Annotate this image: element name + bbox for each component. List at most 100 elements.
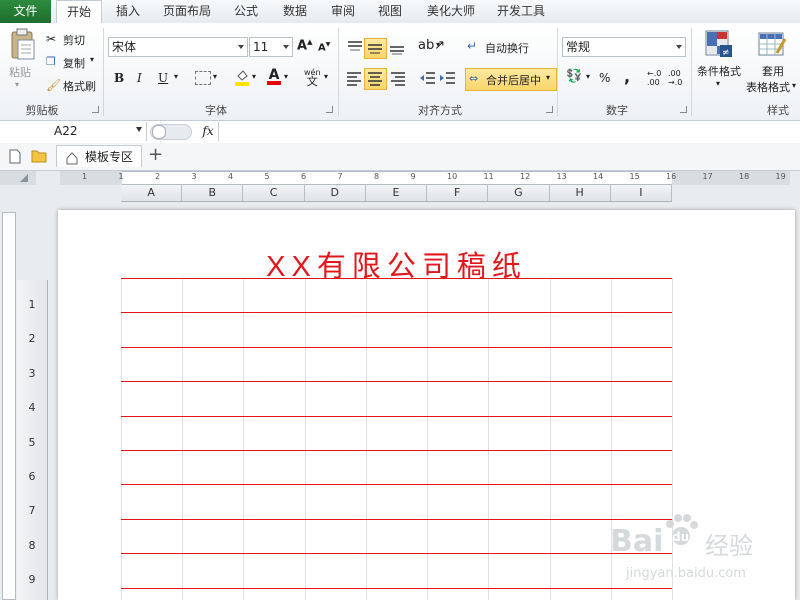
orientation-icon[interactable]: ab↗ xyxy=(418,38,445,53)
tab-beautify-master[interactable]: 美化大师 xyxy=(420,0,482,23)
wrap-text-button[interactable]: 自动换行 xyxy=(485,40,529,56)
align-middle-icon[interactable] xyxy=(364,38,387,59)
fill-color-icon[interactable] xyxy=(235,68,249,86)
column-header-g[interactable]: G xyxy=(488,185,550,201)
chevron-down-icon[interactable]: ▾ xyxy=(586,72,590,81)
format-as-table-icon[interactable] xyxy=(757,29,787,59)
row-header-5[interactable]: 5 xyxy=(17,436,47,449)
format-as-table-button[interactable]: 表格格式 xyxy=(746,79,790,95)
row-header-8[interactable]: 8 xyxy=(17,539,47,552)
svg-text:≠: ≠ xyxy=(722,48,730,58)
font-size-select[interactable]: 11 xyxy=(249,37,293,57)
decrease-indent-icon[interactable] xyxy=(418,69,436,87)
comma-button[interactable]: , xyxy=(624,67,630,86)
row-header-2[interactable]: 2 xyxy=(17,332,47,345)
column-header-e[interactable]: E xyxy=(366,185,428,201)
paste-icon[interactable] xyxy=(6,28,38,62)
chevron-down-icon[interactable]: ▾ xyxy=(252,72,256,81)
row-header-7[interactable]: 7 xyxy=(17,504,47,517)
increase-indent-icon[interactable] xyxy=(438,69,456,87)
align-bottom-icon[interactable] xyxy=(387,38,407,56)
insert-function-button[interactable]: fx xyxy=(198,122,219,141)
font-name-select[interactable]: 宋体 xyxy=(108,37,248,57)
paste-label[interactable]: 粘贴 xyxy=(9,64,31,80)
column-header-i[interactable]: I xyxy=(611,185,672,201)
copy-icon[interactable]: ❐ xyxy=(46,55,56,68)
row-header-6[interactable]: 6 xyxy=(17,470,47,483)
tab-file[interactable]: 文件 xyxy=(0,0,51,23)
chevron-down-icon[interactable]: ▾ xyxy=(284,72,288,81)
format-painter-button[interactable]: 格式刷 xyxy=(63,78,96,94)
font-color-button[interactable]: A xyxy=(267,67,281,87)
chevron-down-icon[interactable]: ▾ xyxy=(213,72,217,81)
column-header-a[interactable]: A xyxy=(121,185,183,201)
new-document-icon[interactable] xyxy=(9,149,21,164)
underline-button[interactable]: U xyxy=(158,71,168,85)
tab-review[interactable]: 审阅 xyxy=(323,0,363,23)
chevron-down-icon[interactable]: ▾ xyxy=(792,81,796,90)
format-as-table-label-1[interactable]: 套用 xyxy=(762,63,784,79)
increase-decimal-button[interactable]: ←.0 .00 xyxy=(647,69,661,87)
row-header-3[interactable]: 3 xyxy=(17,367,47,380)
conditional-formatting-button[interactable]: 条件格式 xyxy=(697,63,741,79)
open-folder-icon[interactable] xyxy=(31,149,47,163)
splitter-handle[interactable] xyxy=(152,125,166,139)
chevron-down-icon[interactable]: ▾ xyxy=(15,80,19,89)
wrap-text-icon[interactable]: ↵ xyxy=(467,39,477,53)
clipboard-dialog-launcher[interactable] xyxy=(92,106,99,113)
bold-button[interactable]: B xyxy=(114,71,124,85)
shrink-font-button[interactable]: A▼ xyxy=(318,41,330,53)
conditional-formatting-icon[interactable]: ≠ xyxy=(704,29,734,59)
formula-input[interactable] xyxy=(220,122,798,141)
currency-icon[interactable]: 💱 xyxy=(566,69,582,84)
tab-home[interactable]: 开始 xyxy=(56,0,102,23)
chevron-down-icon[interactable]: ▾ xyxy=(716,79,720,88)
chevron-down-icon[interactable]: ▾ xyxy=(324,72,328,81)
ruler-number: 11 xyxy=(483,172,494,181)
ruled-line xyxy=(121,312,672,314)
number-dialog-launcher[interactable] xyxy=(680,106,687,113)
name-box[interactable]: A22 xyxy=(0,122,147,141)
tab-page-layout[interactable]: 页面布局 xyxy=(156,0,218,23)
tab-data[interactable]: 数据 xyxy=(275,0,315,23)
column-header-d[interactable]: D xyxy=(305,185,366,201)
alignment-dialog-launcher[interactable] xyxy=(546,106,553,113)
chevron-down-icon[interactable]: ▾ xyxy=(90,55,94,64)
phonetic-guide-button[interactable]: wén 文 xyxy=(304,68,321,87)
grow-font-button[interactable]: A▲ xyxy=(297,38,312,53)
number-format-select[interactable]: 常规 xyxy=(562,37,686,57)
chevron-down-icon[interactable]: ▾ xyxy=(436,40,440,49)
copy-button[interactable]: 复制 xyxy=(63,55,85,71)
tab-formulas[interactable]: 公式 xyxy=(226,0,266,23)
select-all-icon[interactable] xyxy=(20,174,28,182)
column-header-c[interactable]: C xyxy=(243,185,305,201)
row-header-4[interactable]: 4 xyxy=(17,401,47,414)
border-icon[interactable] xyxy=(195,71,211,85)
italic-button[interactable]: I xyxy=(137,71,142,85)
tab-insert[interactable]: 插入 xyxy=(108,0,148,23)
ruled-line xyxy=(121,381,672,383)
font-dialog-launcher[interactable] xyxy=(326,106,333,113)
align-center-icon[interactable] xyxy=(364,68,387,90)
sheet-title[interactable]: XX有限公司稿纸 xyxy=(121,243,672,285)
add-tab-button[interactable]: + xyxy=(148,144,163,165)
format-painter-icon[interactable]: 🖌 xyxy=(46,78,61,92)
tab-template-zone[interactable]: 模板专区 xyxy=(56,145,142,167)
column-header-h[interactable]: H xyxy=(550,185,611,201)
column-header-b[interactable]: B xyxy=(182,185,244,201)
cut-button[interactable]: 剪切 xyxy=(63,32,85,48)
align-left-icon[interactable] xyxy=(345,69,365,87)
merge-center-button[interactable]: ⇔ 合并后居中 ▾ xyxy=(465,68,557,91)
chevron-down-icon[interactable]: ▾ xyxy=(174,72,178,81)
decrease-decimal-button[interactable]: .00 →.0 xyxy=(668,69,682,87)
row-header-1[interactable]: 1 xyxy=(17,298,47,311)
percent-button[interactable]: % xyxy=(599,71,610,85)
grid-line xyxy=(488,278,490,600)
row-header-9[interactable]: 9 xyxy=(17,573,47,586)
column-header-f[interactable]: F xyxy=(427,185,489,201)
tab-view[interactable]: 视图 xyxy=(370,0,410,23)
align-top-icon[interactable] xyxy=(345,38,365,56)
tab-developer[interactable]: 开发工具 xyxy=(490,0,552,23)
align-right-icon[interactable] xyxy=(387,69,407,87)
scissors-icon[interactable]: ✂ xyxy=(46,32,56,46)
